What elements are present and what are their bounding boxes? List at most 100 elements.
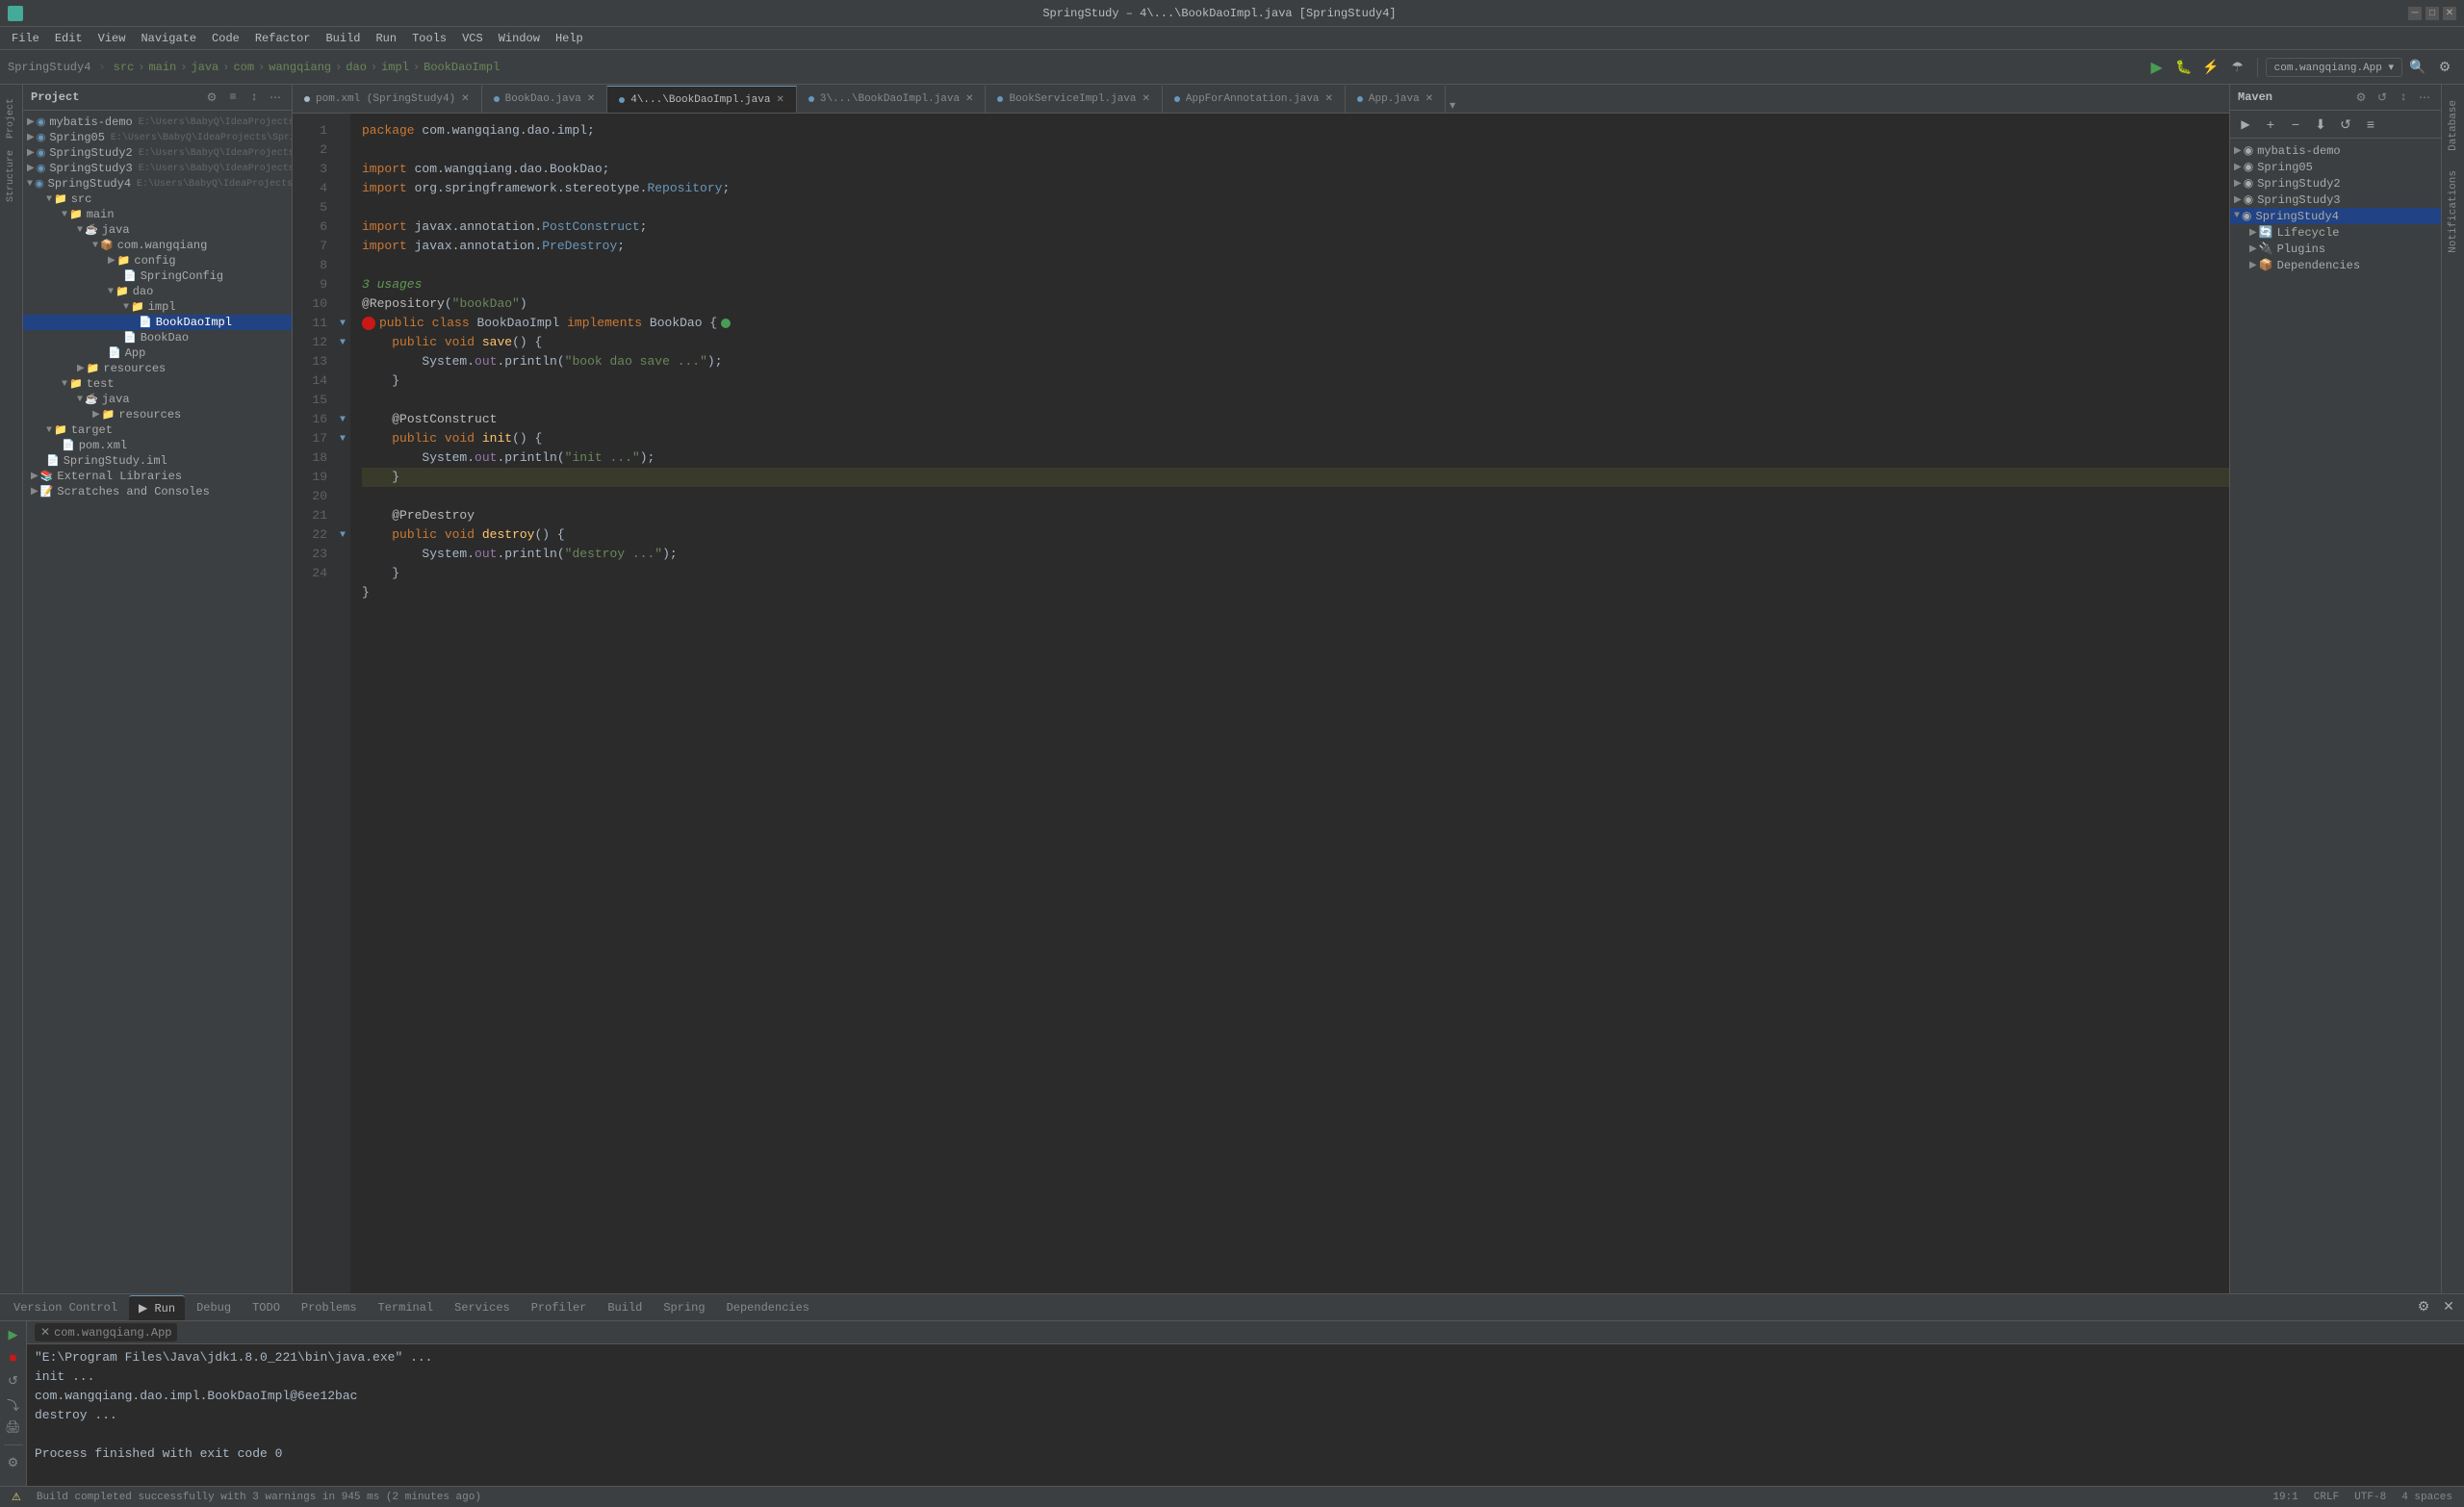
bottom-tab-debug[interactable]: Debug <box>187 1295 241 1320</box>
tree-springstudy2[interactable]: ▶ ◉ SpringStudy2 E:\Users\BabyQ\IdeaProj… <box>23 145 292 161</box>
tree-config[interactable]: ▶ 📁 config <box>23 253 292 268</box>
tree-springconfig[interactable]: 📄 SpringConfig <box>23 268 292 284</box>
menu-help[interactable]: Help <box>548 27 591 50</box>
tab-close-bookdao[interactable]: ✕ <box>587 93 595 105</box>
maven-mybatis-demo[interactable]: ▶ ◉ mybatis-demo <box>2230 142 2441 159</box>
breadcrumb-src[interactable]: src <box>114 61 135 74</box>
run-play-button[interactable]: ▶ <box>4 1325 23 1344</box>
project-vtab[interactable]: Project <box>4 92 18 144</box>
code-editor[interactable]: 1 2 3 4 5 6 7 8 9 10 11 12 13 14 15 16 1 <box>293 114 2229 1293</box>
maven-springstudy2[interactable]: ▶ ◉ SpringStudy2 <box>2230 175 2441 192</box>
window-controls[interactable]: ─ □ ✕ <box>2408 7 2456 20</box>
maven-lifecycle[interactable]: ▶ 🔄 Lifecycle <box>2230 224 2441 241</box>
run-tab-app[interactable]: ✕ com.wangqiang.App <box>35 1323 177 1341</box>
tab-close-app[interactable]: ✕ <box>1425 93 1433 105</box>
tree-test-resources[interactable]: ▶ 📁 resources <box>23 407 292 422</box>
run-settings-button[interactable]: ⚙ <box>4 1453 23 1472</box>
menu-refactor[interactable]: Refactor <box>247 27 319 50</box>
tree-target[interactable]: ▼ 📁 target <box>23 422 292 438</box>
tree-dao[interactable]: ▼ 📁 dao <box>23 284 292 299</box>
tab-close-bookdaoimpl-3[interactable]: ✕ <box>965 93 973 105</box>
maven-remove-btn[interactable]: − <box>2284 113 2307 136</box>
maven-settings[interactable]: ⚙ <box>2352 89 2370 106</box>
maven-collapse-btn[interactable]: ≡ <box>2359 113 2382 136</box>
menu-vcs[interactable]: VCS <box>454 27 491 50</box>
tab-close-bookdaoimpl[interactable]: ✕ <box>776 94 783 106</box>
tab-pom-xml[interactable]: pom.xml (SpringStudy4) ✕ <box>293 86 482 113</box>
bottom-tab-services[interactable]: Services <box>445 1295 520 1320</box>
maven-add-btn[interactable]: + <box>2259 113 2282 136</box>
bottom-tab-profiler[interactable]: Profiler <box>522 1295 597 1320</box>
tree-app[interactable]: 📄 App <box>23 345 292 361</box>
sidebar-options[interactable]: ⋯ <box>267 89 284 106</box>
sidebar-settings[interactable]: ⚙ <box>203 89 220 106</box>
fold-12[interactable]: ▼ <box>335 333 350 352</box>
menu-edit[interactable]: Edit <box>47 27 90 50</box>
breadcrumb-wangqiang[interactable]: wangqiang <box>269 61 331 74</box>
breadcrumb-bookdaoimpl[interactable]: BookDaoImpl <box>424 61 500 74</box>
minimize-button[interactable]: ─ <box>2408 7 2422 20</box>
tab-appforannotation[interactable]: AppForAnnotation.java ✕ <box>1163 86 1346 113</box>
tab-close-appforannotation[interactable]: ✕ <box>1325 93 1333 105</box>
maven-plugins[interactable]: ▶ 🔌 Plugins <box>2230 241 2441 257</box>
bottom-tab-run[interactable]: ▶ Run <box>129 1295 185 1320</box>
tree-pom[interactable]: 📄 pom.xml <box>23 438 292 453</box>
maven-dependencies[interactable]: ▶ 📦 Dependencies <box>2230 257 2441 273</box>
tree-iml[interactable]: 📄 SpringStudy.iml <box>23 453 292 469</box>
tree-test[interactable]: ▼ 📁 test <box>23 376 292 392</box>
bottom-tab-build[interactable]: Build <box>598 1295 652 1320</box>
maximize-button[interactable]: □ <box>2426 7 2439 20</box>
debug-button[interactable]: 🐛 <box>2172 56 2195 79</box>
fold-17[interactable]: ▼ <box>335 429 350 448</box>
tree-bookdao[interactable]: 📄 BookDao <box>23 330 292 345</box>
bottom-tab-version-control[interactable]: Version Control <box>4 1295 127 1320</box>
tab-bookdao[interactable]: BookDao.java ✕ <box>482 86 608 113</box>
bottom-panel-close[interactable]: ✕ <box>2437 1296 2460 1319</box>
maven-more[interactable]: ⋯ <box>2416 89 2433 106</box>
menu-code[interactable]: Code <box>204 27 247 50</box>
status-build-message[interactable]: Build completed successfully with 3 warn… <box>33 1492 485 1503</box>
vtab-database[interactable]: Database <box>2446 92 2461 159</box>
settings-button[interactable]: ⚙ <box>2433 56 2456 79</box>
menu-build[interactable]: Build <box>318 27 368 50</box>
maven-springstudy3[interactable]: ▶ ◉ SpringStudy3 <box>2230 192 2441 208</box>
maven-springstudy4[interactable]: ▼ ◉ SpringStudy4 <box>2230 208 2441 224</box>
maven-spring05[interactable]: ▶ ◉ Spring05 <box>2230 159 2441 175</box>
code-content[interactable]: package com.wangqiang.dao.impl; import c… <box>350 114 2229 1293</box>
maven-collapse[interactable]: ↕ <box>2395 89 2412 106</box>
tree-bookdaoimpl[interactable]: 📄 BookDaoImpl <box>23 315 292 330</box>
close-button[interactable]: ✕ <box>2443 7 2456 20</box>
more-tabs-button[interactable]: ▾ <box>1446 98 1459 113</box>
menu-run[interactable]: Run <box>368 27 404 50</box>
status-line-sep[interactable]: CRLF <box>2310 1492 2343 1503</box>
menu-tools[interactable]: Tools <box>404 27 454 50</box>
breadcrumb-java[interactable]: java <box>191 61 218 74</box>
status-position[interactable]: 19:1 <box>2269 1492 2301 1503</box>
run-button[interactable]: ▶ <box>2145 56 2169 79</box>
tab-bookdaoimpl-active[interactable]: 4\...\BookDaoImpl.java ✕ <box>607 86 797 113</box>
bottom-tab-problems[interactable]: Problems <box>292 1295 367 1320</box>
fold-11[interactable]: ▼ <box>335 314 350 333</box>
run-config-dropdown[interactable]: com.wangqiang.App ▾ <box>2266 58 2402 77</box>
structure-vtab[interactable]: Structure <box>4 144 18 208</box>
maven-download-btn[interactable]: ⬇ <box>2309 113 2332 136</box>
tree-resources[interactable]: ▶ 📁 resources <box>23 361 292 376</box>
tree-springstudy3[interactable]: ▶ ◉ SpringStudy3 E:\Users\BabyQ\IdeaProj… <box>23 161 292 176</box>
breadcrumb-dao[interactable]: dao <box>346 61 367 74</box>
maven-refresh[interactable]: ↺ <box>2374 89 2391 106</box>
breadcrumb-main[interactable]: main <box>148 61 176 74</box>
coverage-button[interactable]: ☂ <box>2226 56 2249 79</box>
tab-app[interactable]: App.java ✕ <box>1346 86 1446 113</box>
breadcrumb-com[interactable]: com <box>233 61 254 74</box>
run-scroll-end-button[interactable]: ⤵ <box>4 1394 23 1414</box>
tab-bookserviceimpl[interactable]: BookServiceImpl.java ✕ <box>986 86 1162 113</box>
tree-src[interactable]: ▼ 📁 src <box>23 192 292 207</box>
fold-16[interactable]: ▼ <box>335 410 350 429</box>
maven-refresh-btn[interactable]: ↺ <box>2334 113 2357 136</box>
tree-java[interactable]: ▼ ☕ java <box>23 222 292 238</box>
tree-spring05[interactable]: ▶ ◉ Spring05 E:\Users\BabyQ\IdeaProjects… <box>23 130 292 145</box>
run-rerun-button[interactable]: ↺ <box>4 1371 23 1391</box>
maven-run-btn[interactable]: ▶ <box>2234 113 2257 136</box>
tree-com-wangqiang[interactable]: ▼ 📦 com.wangqiang <box>23 238 292 253</box>
breadcrumb-impl[interactable]: impl <box>381 61 409 74</box>
